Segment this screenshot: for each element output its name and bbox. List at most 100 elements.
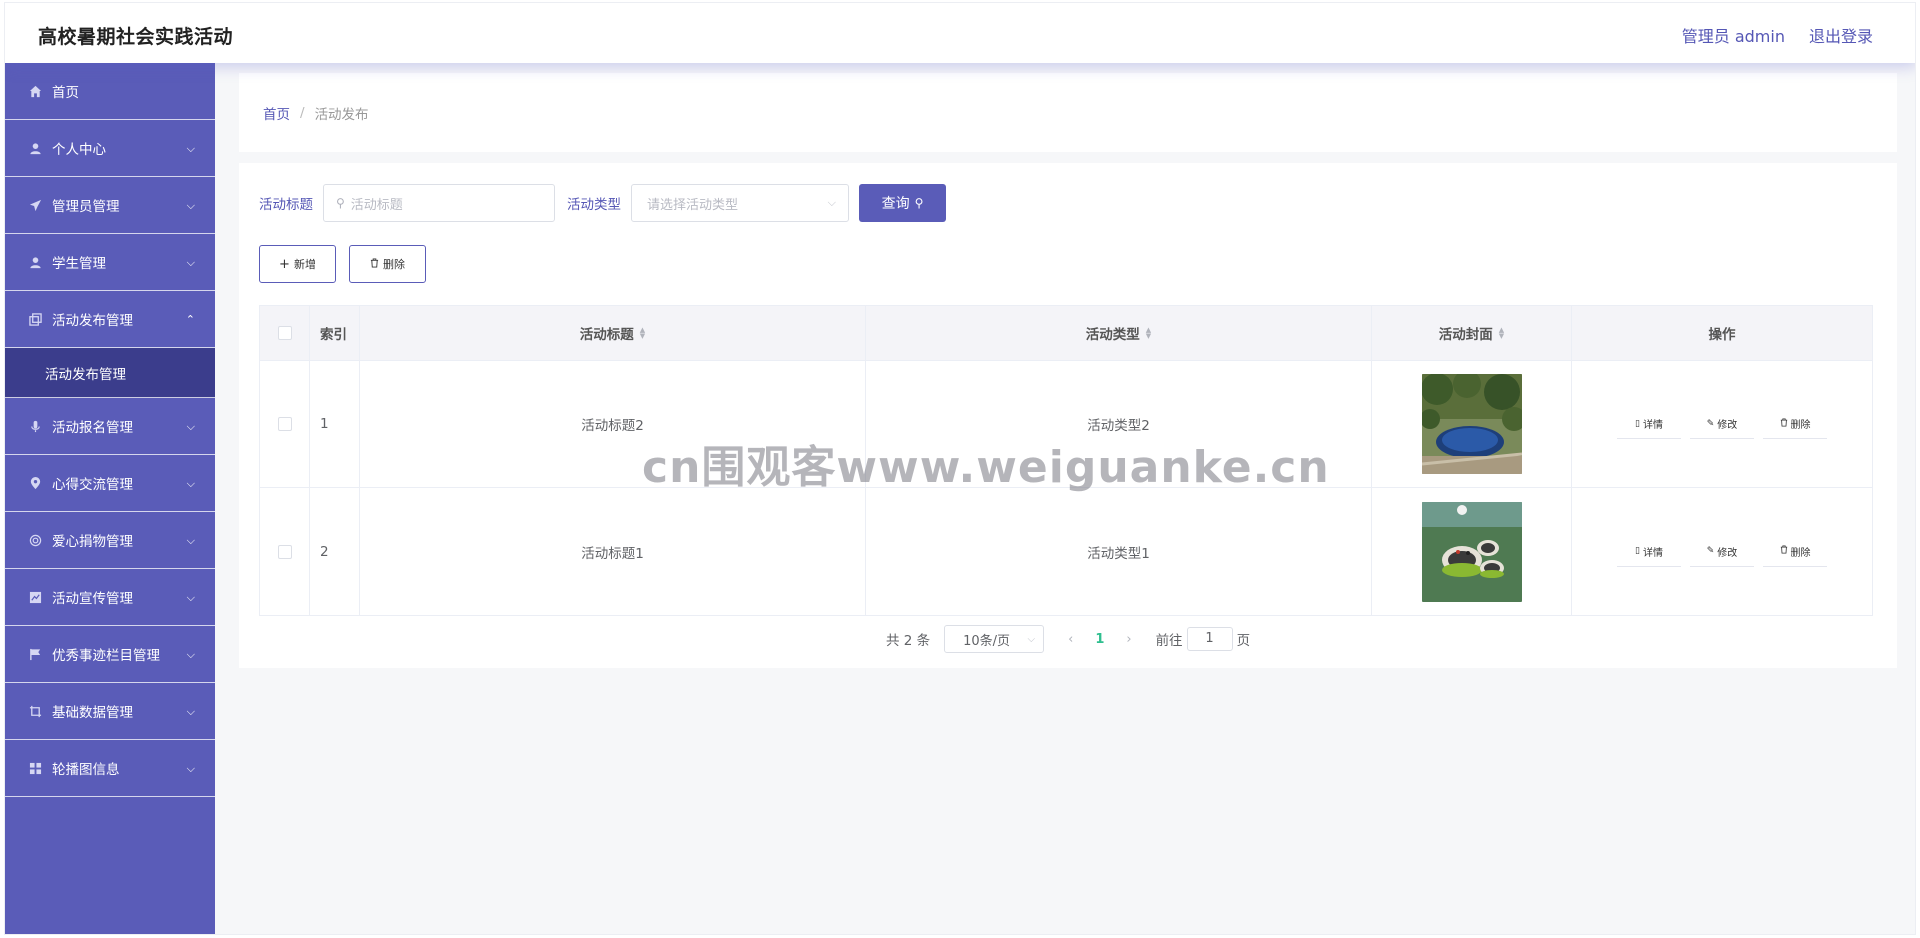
sidebar-item-promotion[interactable]: 活动宣传管理 ⌵ [5, 569, 215, 626]
app-title: 高校暑期社会实践活动 [38, 26, 234, 48]
header-cover[interactable]: 活动封面 ▲ ▼ [1372, 306, 1572, 360]
crop-icon [27, 703, 43, 719]
send-icon [27, 197, 43, 213]
query-button[interactable]: 查询 ⚲ [859, 184, 946, 222]
sort-icon[interactable]: ▲ ▼ [640, 327, 645, 340]
cycle-icon [27, 532, 43, 548]
header-ops: 操作 [1708, 327, 1736, 343]
sidebar-item-label: 学生管理 [52, 256, 106, 272]
document-icon: ▯ [1635, 418, 1640, 429]
sidebar-item-student-manage[interactable]: 学生管理 ⌵ [5, 234, 215, 291]
header-cover-label: 活动封面 [1438, 327, 1493, 343]
page-size-select[interactable]: 10条/页 ⌵ [944, 625, 1045, 653]
type-select[interactable]: 请选择活动类型 ⌵ [631, 184, 849, 222]
page-jump-input[interactable]: 1 [1186, 627, 1233, 651]
sidebar-item-activity-signup[interactable]: 活动报名管理 ⌵ [5, 398, 215, 455]
mic-icon [27, 418, 43, 434]
sidebar-item-home[interactable]: 首页 [5, 63, 215, 120]
grid-icon [27, 760, 43, 776]
top-header: 高校暑期社会实践活动 管理员 admin 退出登录 [5, 3, 1915, 63]
action-toolbar: + 新增 删除 [259, 245, 426, 283]
edit-button[interactable]: ✎ 修改 [1690, 409, 1754, 439]
pencil-icon: ✎ [1706, 546, 1715, 556]
activity-table: 索引 活动标题 ▲ ▼ 活动类型 ▲ ▼ 活动封面 ▲ ▼ 操作 1 活动标题2 活动类型2 [259, 305, 1873, 616]
document-icon: ▯ [1635, 546, 1640, 556]
page-number-current[interactable]: 1 [1095, 632, 1104, 647]
sidebar-item-base-data[interactable]: 基础数据管理 ⌵ [5, 683, 215, 740]
sidebar-item-label: 优秀事迹栏目管理 [52, 648, 160, 664]
row-ops-cell: ▯ 详情 ✎ 修改 删除 [1572, 361, 1872, 487]
sidebar-item-excellent-deeds[interactable]: 优秀事迹栏目管理 ⌵ [5, 626, 215, 683]
next-page-icon[interactable]: › [1126, 632, 1131, 647]
sidebar-item-label: 轮播图信息 [52, 762, 120, 778]
header-title[interactable]: 活动标题 ▲ ▼ [360, 306, 866, 360]
plus-icon: + [279, 256, 290, 272]
user-icon [27, 254, 43, 270]
chevron-down-icon: ⌵ [186, 477, 195, 490]
detail-button[interactable]: ▯ 详情 [1617, 409, 1681, 439]
detail-button[interactable]: ▯ 详情 [1617, 537, 1681, 567]
row-type: 活动类型1 [866, 488, 1372, 615]
sidebar-subitem-activity-publish[interactable]: 活动发布管理 [5, 348, 215, 398]
header-actions: 管理员 admin 退出登录 [1682, 23, 1873, 47]
sort-icon[interactable]: ▲ ▼ [1146, 327, 1151, 340]
title-search-input[interactable]: ⚲ 活动标题 [323, 184, 555, 222]
sidebar-item-activity-publish[interactable]: 活动发布管理 ⌃ [5, 291, 215, 348]
delete-button[interactable]: 删除 [1763, 537, 1827, 567]
row-title: 活动标题1 [360, 488, 866, 615]
sidebar-item-carousel[interactable]: 轮播图信息 ⌵ [5, 740, 215, 797]
app-window: 高校暑期社会实践活动 管理员 admin 退出登录 首页 个人中心 ⌵ 管理员管… [4, 2, 1916, 935]
row-type: 活动类型2 [866, 361, 1372, 487]
add-button-label: 新增 [293, 258, 316, 271]
edit-button[interactable]: ✎ 修改 [1690, 537, 1754, 567]
sidebar-item-donation[interactable]: 爱心捐物管理 ⌵ [5, 512, 215, 569]
edit-label: 修改 [1717, 420, 1738, 431]
breadcrumb-separator: / [300, 104, 305, 121]
pagination-total: 共 2 条 [885, 633, 931, 649]
row-actions: ▯ 详情 ✎ 修改 删除 [1617, 409, 1827, 439]
sidebar-item-label: 心得交流管理 [52, 477, 133, 493]
select-all-checkbox[interactable] [277, 326, 292, 340]
row-ops-cell: ▯ 详情 ✎ 修改 删除 [1572, 488, 1872, 615]
row-checkbox[interactable] [277, 544, 292, 559]
sidebar-item-label: 首页 [52, 85, 79, 101]
pagination: 共 2 条 10条/页 ⌵ ‹ 1 › 前往 1 页 [239, 625, 1897, 653]
delete-button[interactable]: 删除 [1763, 409, 1827, 439]
trash-icon [1780, 545, 1788, 557]
chevron-down-icon: ⌵ [186, 534, 195, 547]
sidebar-item-label: 基础数据管理 [52, 705, 133, 721]
content-panel: 活动标题 ⚲ 活动标题 活动类型 请选择活动类型 ⌵ 查询 ⚲ + 新增 删除 [239, 163, 1897, 668]
query-button-label: 查询 [881, 196, 910, 212]
search-icon: ⚲ [336, 196, 345, 210]
row-checkbox[interactable] [277, 417, 292, 431]
sidebar: 首页 个人中心 ⌵ 管理员管理 ⌵ 学生管理 ⌵ 活动发布管理 ⌃ 活动发布管理… [5, 63, 215, 934]
goto-label: 前往 [1155, 633, 1183, 649]
sidebar-item-experience-exchange[interactable]: 心得交流管理 ⌵ [5, 455, 215, 512]
table-row: 1 活动标题2 活动类型2 ▯ 详情 ✎ 修改 删除 [260, 361, 1872, 488]
breadcrumb-current: 活动发布 [314, 106, 369, 123]
header-type[interactable]: 活动类型 ▲ ▼ [866, 306, 1372, 360]
breadcrumb: 首页 / 活动发布 [239, 73, 1897, 152]
prev-page-icon[interactable]: ‹ [1068, 632, 1073, 647]
logout-link[interactable]: 退出登录 [1809, 23, 1873, 47]
admin-user-link[interactable]: 管理员 admin [1682, 23, 1785, 47]
page-suffix: 页 [1236, 633, 1251, 649]
sidebar-item-label: 个人中心 [52, 142, 106, 158]
delete-label: 删除 [1790, 420, 1811, 431]
breadcrumb-home[interactable]: 首页 [263, 103, 290, 123]
batch-delete-button[interactable]: 删除 [349, 245, 426, 283]
page-size-value: 10条/页 [963, 633, 1011, 649]
sidebar-item-personal-center[interactable]: 个人中心 ⌵ [5, 120, 215, 177]
chevron-down-icon: ⌵ [186, 142, 195, 155]
sidebar-item-label: 活动报名管理 [52, 420, 133, 436]
chevron-down-icon: ⌵ [186, 762, 195, 775]
sort-icon[interactable]: ▲ ▼ [1499, 327, 1504, 340]
delete-label: 删除 [1790, 547, 1811, 559]
table-row: 2 活动标题1 活动类型1 ▯ 详情 ✎ 修改 删除 [260, 488, 1872, 615]
pool-photo[interactable] [1421, 374, 1522, 474]
sidebar-item-admin-manage[interactable]: 管理员管理 ⌵ [5, 177, 215, 234]
title-filter-label: 活动标题 [259, 197, 313, 213]
trampoline-photo[interactable] [1421, 501, 1522, 602]
add-button[interactable]: + 新增 [259, 245, 336, 283]
chevron-up-icon: ⌃ [185, 313, 195, 326]
